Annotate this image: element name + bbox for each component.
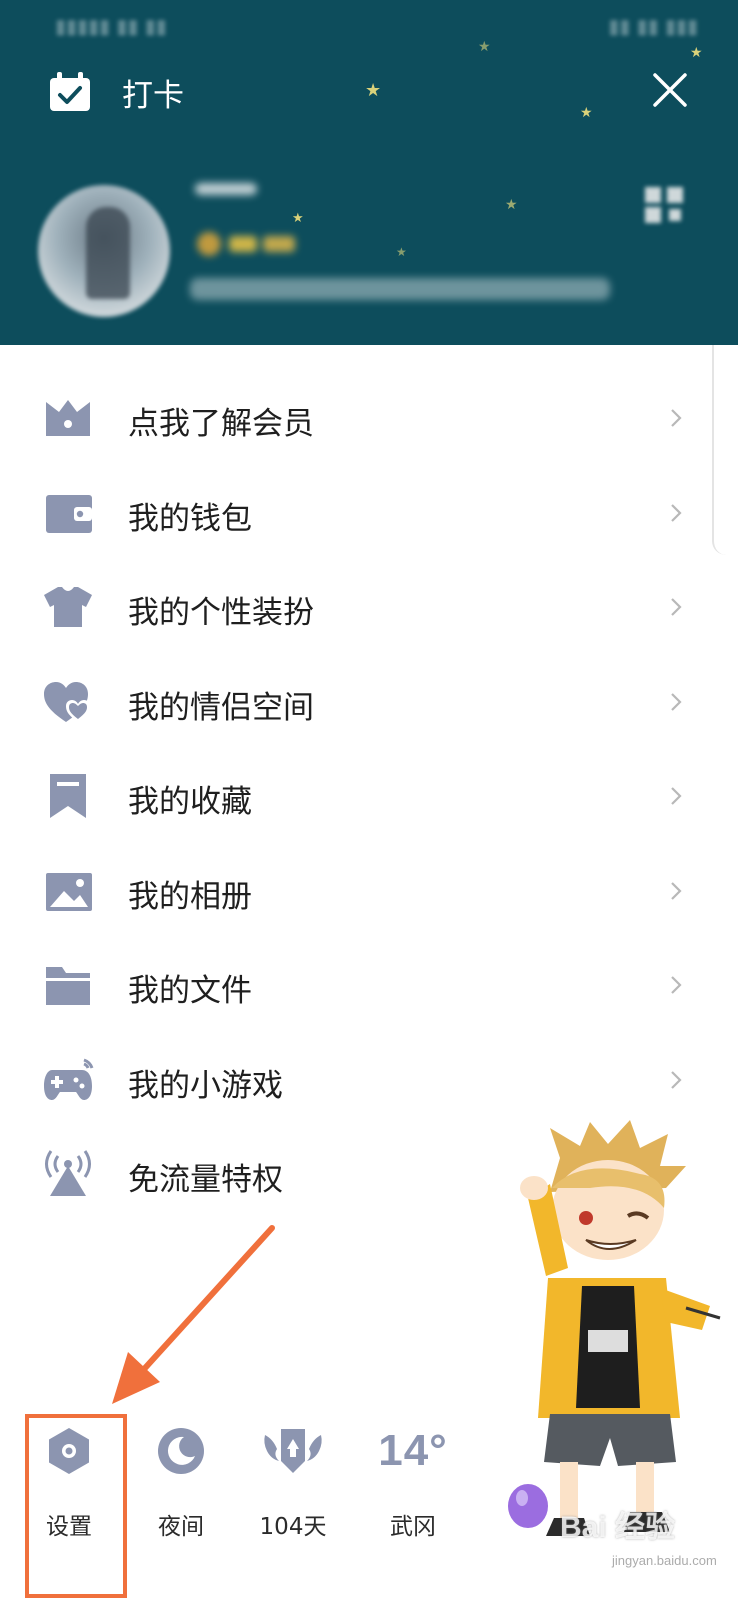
menu-item-label: 我的小游戏 <box>128 1067 283 1104</box>
winged-badge-icon <box>264 1425 322 1477</box>
menu-item-label: 我的相册 <box>128 878 252 915</box>
menu-item-label: 我的文件 <box>128 973 252 1009</box>
days-badge-button[interactable]: 104天 <box>248 1425 338 1541</box>
chevron-right-icon <box>671 692 682 711</box>
wallet-icon <box>42 489 94 537</box>
chevron-right-icon <box>671 503 682 522</box>
night-mode-button[interactable]: 夜间 <box>136 1425 226 1541</box>
night-mode-label: 夜间 <box>158 1514 204 1540</box>
bookmark-icon <box>42 772 94 820</box>
menu-item-album[interactable]: 我的相册 <box>0 843 738 938</box>
calendar-check-icon <box>48 72 92 112</box>
chevron-right-icon <box>671 787 682 805</box>
chevron-right-icon <box>671 881 682 900</box>
chevron-right-icon <box>671 1070 682 1089</box>
chevron-right-icon <box>671 598 682 616</box>
days-label: 104天 <box>259 1514 327 1540</box>
chevron-right-icon <box>671 409 682 427</box>
weather-widget[interactable]: 14° 武冈 <box>368 1425 458 1541</box>
menu-item-label: 我的情侣空间 <box>128 689 314 726</box>
carrier-info: ▮▮▮▮▮ ▮▮ ▮▮ <box>55 14 167 38</box>
gamepad-icon <box>42 1056 94 1104</box>
star-decoration: ★ <box>690 45 703 61</box>
watermark-url: jingyan.baidu.com <box>612 1553 717 1568</box>
signal-tower-icon <box>42 1150 94 1198</box>
nickname-blur <box>195 183 257 195</box>
checkin-button[interactable]: 打卡 <box>48 70 184 114</box>
menu-item-files[interactable]: 我的文件 <box>0 937 738 1032</box>
menu-item-label: 点我了解会员 <box>128 406 314 442</box>
status-bar: ▮▮▮▮▮ ▮▮ ▮▮ ▮▮ ▮▮ ▮▮▮ <box>0 0 738 50</box>
star-decoration: ★ <box>505 197 518 213</box>
moon-icon <box>155 1425 207 1477</box>
weather-city-label: 武冈 <box>390 1514 436 1540</box>
battery-info: ▮▮ ▮▮ ▮▮▮ <box>608 14 698 38</box>
badge-icons-blur <box>195 226 305 258</box>
menu-item-theme[interactable]: 我的个性装扮 <box>0 559 738 654</box>
menu-item-label: 我的个性装扮 <box>128 595 314 631</box>
avatar[interactable] <box>38 185 170 317</box>
checkin-label: 打卡 <box>122 77 184 114</box>
star-decoration: ★ <box>365 80 382 101</box>
menu-item-label: 我的收藏 <box>128 784 252 820</box>
profile-header: ▮▮▮▮▮ ▮▮ ▮▮ ▮▮ ▮▮ ▮▮▮ ★ ★ ★ ★ ★ ★ ★ 打卡 <box>0 0 738 345</box>
star-decoration: ★ <box>292 211 304 226</box>
side-menu: 点我了解会员 我的钱包 我的个性装扮 我的情侣空间 我的收藏 我的相册 我的文件… <box>0 370 738 1221</box>
menu-item-wallet[interactable]: 我的钱包 <box>0 465 738 560</box>
cartoon-character-illustration <box>508 1120 721 1536</box>
watermark: Bai 经验 <box>560 1511 676 1544</box>
folder-icon <box>42 961 94 1009</box>
menu-item-couple-space[interactable]: 我的情侣空间 <box>0 654 738 749</box>
menu-item-favorites[interactable]: 我的收藏 <box>0 748 738 843</box>
temperature-value: 14° <box>378 1426 448 1475</box>
tshirt-icon <box>42 583 94 631</box>
hearts-icon <box>42 678 94 726</box>
menu-item-vip[interactable]: 点我了解会员 <box>0 370 738 465</box>
star-decoration: ★ <box>580 105 593 121</box>
close-icon[interactable] <box>650 70 690 110</box>
qr-code-icon[interactable] <box>643 185 685 225</box>
star-decoration: ★ <box>478 39 491 55</box>
highlight-box <box>25 1414 127 1598</box>
chevron-right-icon <box>671 976 682 994</box>
star-decoration: ★ <box>396 245 407 259</box>
menu-item-label: 免流量特权 <box>128 1162 283 1198</box>
signature-blur <box>190 278 610 300</box>
menu-item-label: 我的钱包 <box>128 500 252 537</box>
image-icon <box>42 867 94 915</box>
menu-item-mini-games[interactable]: 我的小游戏 <box>0 1032 738 1127</box>
crown-icon <box>42 394 94 442</box>
